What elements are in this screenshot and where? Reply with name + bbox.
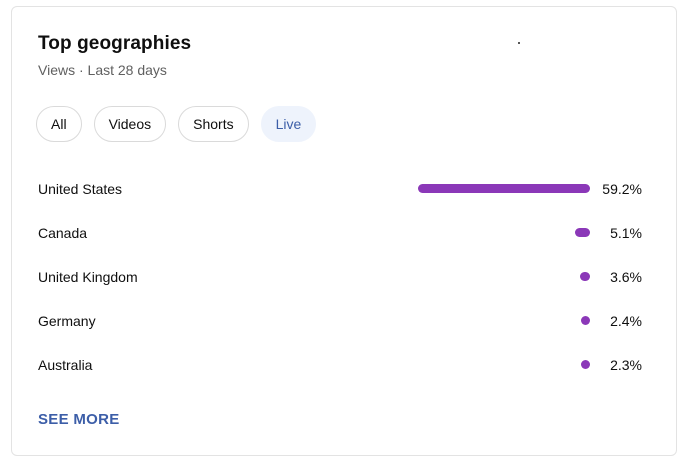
chip-live[interactable]: Live xyxy=(260,106,317,142)
geography-list: United States 59.2% Canada 5.1% United Kingd… xyxy=(38,167,648,387)
chip-all[interactable]: All xyxy=(36,106,82,142)
chip-videos[interactable]: Videos xyxy=(93,106,167,142)
bar-track xyxy=(418,228,590,237)
geography-row: United States 59.2% xyxy=(38,167,648,211)
views-bar xyxy=(579,272,590,281)
views-bar xyxy=(581,360,590,369)
geography-row: United Kingdom 3.6% xyxy=(38,255,648,299)
views-bar xyxy=(418,184,590,193)
country-name: United States xyxy=(38,181,123,197)
views-bar xyxy=(575,228,590,237)
percentage-label: 2.3% xyxy=(610,357,642,373)
see-more-link[interactable]: SEE MORE xyxy=(38,411,120,428)
card-title: Top geographies xyxy=(38,33,192,54)
percentage-label: 3.6% xyxy=(610,269,642,285)
percentage-label: 59.2% xyxy=(602,181,642,197)
country-name: United Kingdom xyxy=(38,269,138,285)
card-subtitle: Views · Last 28 days xyxy=(38,62,167,78)
geography-row: Germany 2.4% xyxy=(38,299,648,343)
chip-shorts[interactable]: Shorts xyxy=(178,106,249,142)
bar-track xyxy=(418,272,590,281)
percentage-label: 5.1% xyxy=(610,225,642,241)
stray-dot xyxy=(518,42,520,44)
geography-row: Canada 5.1% xyxy=(38,211,648,255)
country-name: Canada xyxy=(38,225,88,241)
country-name: Australia xyxy=(38,357,93,373)
percentage-label: 2.4% xyxy=(610,313,642,329)
views-bar xyxy=(581,316,590,325)
country-name: Germany xyxy=(38,313,96,329)
bar-track xyxy=(418,184,590,193)
geography-row: Australia 2.3% xyxy=(38,343,648,387)
bar-track xyxy=(418,316,590,325)
filter-chips: All Videos Shorts Live xyxy=(36,106,317,142)
bar-track xyxy=(418,360,590,369)
